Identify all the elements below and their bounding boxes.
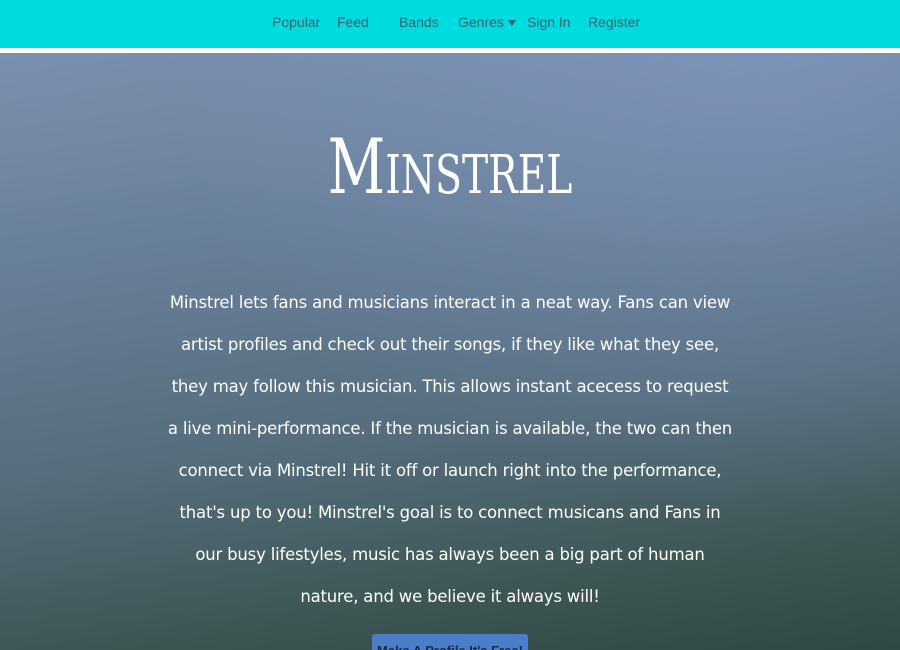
top-navbar: Popular Feed Bands Genres Sign In Regist…: [0, 0, 900, 48]
nav-dropdown-genres[interactable]: Genres: [458, 12, 516, 32]
make-profile-button[interactable]: Make A Profile It's Free!: [372, 634, 528, 650]
nav-link-popular[interactable]: Popular: [272, 12, 320, 32]
hero-section: Minstrel Minstrel lets fans and musician…: [0, 53, 900, 650]
nav-link-feed[interactable]: Feed: [337, 12, 369, 32]
brand-title: Minstrel: [327, 122, 573, 211]
nav-genres-label: Genres: [458, 14, 504, 30]
nav-link-register[interactable]: Register: [588, 12, 640, 32]
nav-link-sign-in[interactable]: Sign In: [527, 12, 571, 32]
nav-link-bands[interactable]: Bands: [399, 12, 439, 32]
hero-description: Minstrel lets fans and musicians interac…: [167, 293, 733, 606]
caret-down-icon: [507, 20, 516, 26]
